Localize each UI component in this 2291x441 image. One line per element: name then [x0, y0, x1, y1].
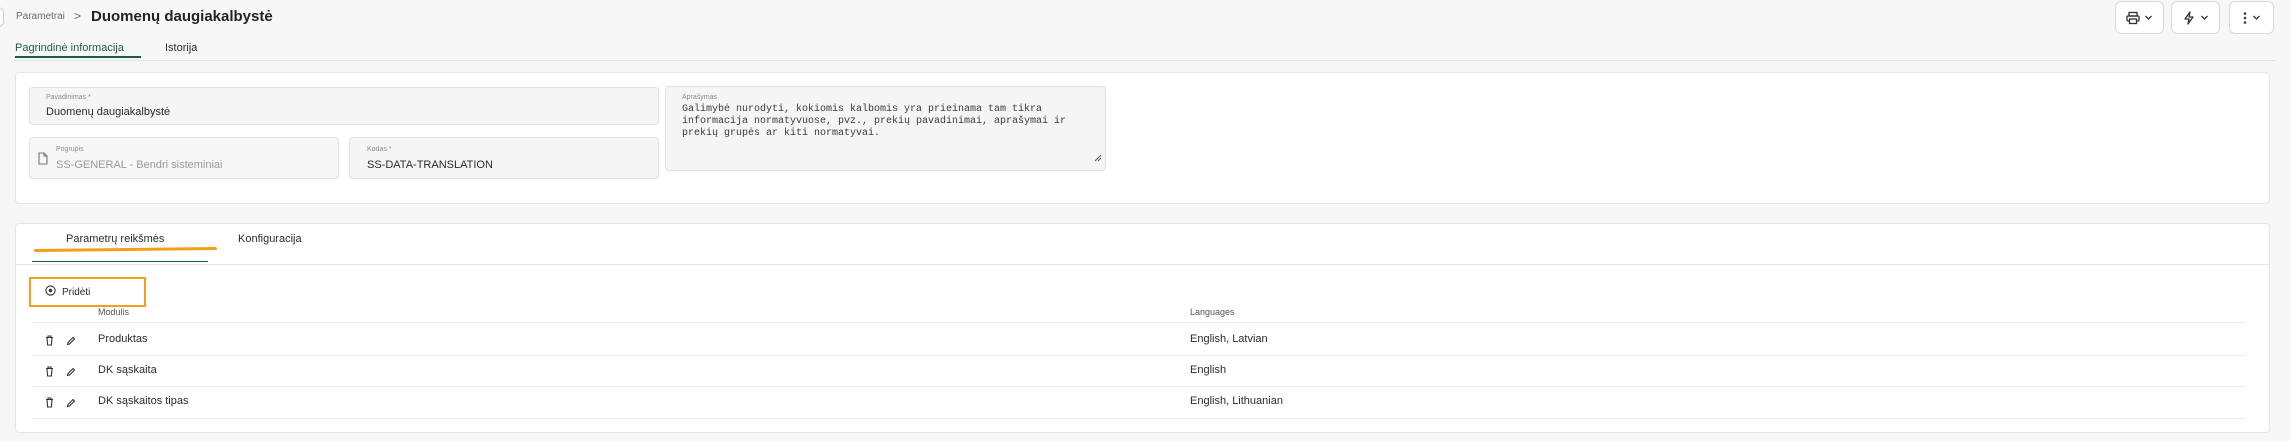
- more-vertical-icon: [2242, 11, 2248, 25]
- name-field[interactable]: Pavadinimas * Duomenų daugiakalbystė: [29, 87, 659, 125]
- code-field-value: SS-DATA-TRANSLATION: [367, 159, 493, 171]
- tab-history[interactable]: Istorija: [165, 42, 197, 54]
- lightning-icon: [2182, 10, 2196, 25]
- name-field-label: Pavadinimas *: [46, 94, 91, 101]
- actions-button[interactable]: [2171, 1, 2220, 34]
- tab-configuration[interactable]: Konfiguracija: [238, 233, 302, 245]
- description-field[interactable]: Aprašymas Galimybė nurodyti, kokiomis ka…: [665, 86, 1106, 171]
- breadcrumb-parent-link[interactable]: Parametrai: [16, 11, 65, 22]
- table-header-divider: [32, 322, 2246, 323]
- edit-icon[interactable]: [66, 364, 76, 382]
- tabs-divider: [15, 264, 2270, 265]
- description-line: informacija normatyvuose, pvz., prekių p…: [682, 116, 1067, 127]
- plus-circle-icon: [45, 285, 56, 299]
- row-module: DK sąskaitos tipas: [98, 395, 189, 407]
- trash-icon[interactable]: [45, 364, 54, 382]
- description-line: Galimybė nurodyti, kokiomis kalbomis yra…: [682, 104, 1043, 115]
- print-button[interactable]: [2115, 1, 2164, 34]
- row-languages: English, Latvian: [1190, 333, 1268, 345]
- group-field: Pogrupis SS-GENERAL - Bendri sisteminiai: [29, 137, 339, 179]
- row-divider: [32, 355, 2246, 356]
- code-field[interactable]: Kodas * SS-DATA-TRANSLATION: [349, 137, 659, 179]
- trash-icon[interactable]: [45, 395, 54, 413]
- name-field-value: Duomenų daugiakalbystė: [46, 106, 171, 118]
- tabs-divider: [15, 60, 2276, 61]
- row-module: Produktas: [98, 333, 148, 345]
- active-tab-indicator: [15, 56, 141, 58]
- row-languages: English, Lithuanian: [1190, 395, 1283, 407]
- group-field-label: Pogrupis: [56, 146, 84, 153]
- printer-icon: [2126, 11, 2140, 25]
- chevron-down-icon: [2200, 13, 2209, 22]
- add-button[interactable]: Pridėti: [29, 277, 146, 307]
- row-module: DK sąskaita: [98, 364, 157, 376]
- trash-icon[interactable]: [45, 333, 54, 351]
- table-row: DK sąskaita English: [32, 357, 2246, 387]
- row-divider: [32, 418, 2246, 419]
- row-languages: English: [1190, 364, 1227, 376]
- group-field-value: SS-GENERAL - Bendri sisteminiai: [56, 159, 223, 171]
- breadcrumb-separator: >: [74, 9, 82, 23]
- more-button[interactable]: [2229, 1, 2274, 34]
- table-row: Produktas English, Latvian: [32, 326, 2246, 356]
- resize-handle-icon[interactable]: [1094, 149, 1102, 167]
- description-field-label: Aprašymas: [682, 94, 718, 101]
- tab-parameter-values[interactable]: Parametrų reikšmės: [66, 233, 164, 245]
- active-tab-indicator: [32, 261, 208, 262]
- document-icon: [38, 152, 48, 170]
- description-line: prekių grupės ar kiti normatyvai.: [682, 128, 881, 139]
- edit-icon[interactable]: [66, 333, 76, 351]
- page-title: Duomenų daugiakalbystė: [91, 8, 273, 25]
- tab-general-info[interactable]: Pagrindinė informacija: [15, 42, 124, 54]
- chevron-down-icon: [2252, 13, 2261, 22]
- column-header-languages[interactable]: Languages: [1190, 307, 1235, 317]
- edit-icon[interactable]: [66, 395, 76, 413]
- code-field-label: Kodas *: [367, 146, 392, 153]
- chevron-down-icon: [2144, 13, 2153, 22]
- add-button-label: Pridėti: [62, 286, 91, 298]
- row-divider: [32, 386, 2246, 387]
- column-header-module[interactable]: Modulis: [98, 307, 129, 317]
- table-row: DK sąskaitos tipas English, Lithuanian: [32, 388, 2246, 418]
- sidebar-toggle[interactable]: [0, 7, 4, 27]
